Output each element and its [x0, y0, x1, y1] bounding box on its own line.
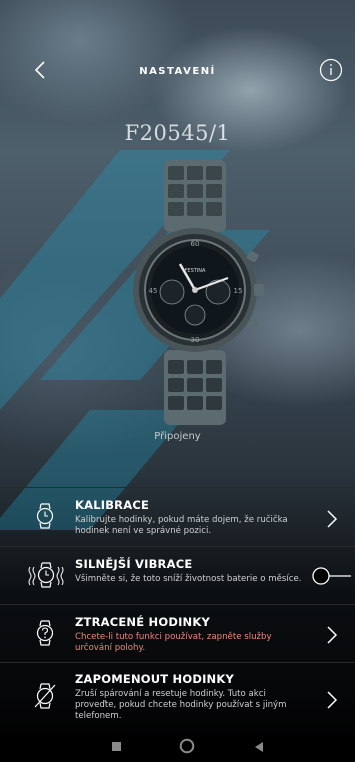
- chevron-right-icon[interactable]: [325, 508, 339, 530]
- watch-model: F20545/1: [124, 121, 231, 145]
- watch-vibrate-icon: [28, 562, 64, 588]
- menu-item-lost-watch[interactable]: ZTRACENÉ HODINKY Chcete-li tuto funkci p…: [0, 604, 355, 662]
- vibration-toggle[interactable]: [311, 565, 351, 587]
- svg-text:30: 30: [191, 336, 200, 344]
- svg-text:45: 45: [149, 287, 158, 295]
- chevron-right-icon[interactable]: [325, 689, 339, 711]
- menu-item-calibration[interactable]: KALIBRACE Kalibrujte hodinky, pokud máte…: [0, 487, 355, 546]
- watch-image: 60 30 45 15 FESTINA: [133, 160, 264, 425]
- svg-text:15: 15: [234, 287, 243, 295]
- watch-question-icon: [36, 620, 54, 646]
- menu-item-title: ZTRACENÉ HODINKY: [75, 615, 211, 629]
- settings-screen: NASTAVENÍ F20545/1 60 30 45 15 FESTINA P…: [0, 0, 355, 762]
- chevron-right-icon[interactable]: [325, 624, 339, 646]
- watch-crossed-icon: [34, 683, 56, 709]
- system-nav-bar: [0, 736, 355, 762]
- watch-icon: [36, 503, 54, 529]
- menu-item-description: Chcete-li tuto funkci používat, zapněte …: [75, 632, 272, 653]
- dial-brand: FESTINA: [185, 268, 206, 274]
- menu-item-description: Kalibrujte hodinky, pokud máte dojem, že…: [75, 515, 288, 536]
- menu-item-description: Zruší spárování a resetuje hodinky. Tuto…: [75, 689, 287, 721]
- menu-item-description: Všimněte si, že toto sníží životnost bat…: [75, 574, 302, 584]
- circle-icon[interactable]: [179, 738, 195, 754]
- svg-text:60: 60: [191, 240, 200, 248]
- menu-item-title: SILNĚJŠÍ VIBRACE: [75, 557, 193, 571]
- triangle-back-icon[interactable]: [253, 740, 265, 754]
- info-icon[interactable]: [319, 58, 343, 82]
- connection-status: Připojeny: [154, 431, 201, 442]
- settings-menu: KALIBRACE Kalibrujte hodinky, pokud máte…: [0, 487, 355, 748]
- page-title: NASTAVENÍ: [139, 66, 216, 77]
- menu-item-stronger-vibration[interactable]: SILNĚJŠÍ VIBRACE Všimněte si, že toto sn…: [0, 546, 355, 604]
- menu-item-title: ZAPOMENOUT HODINKY: [75, 672, 235, 686]
- top-bar: NASTAVENÍ: [0, 52, 355, 88]
- square-icon[interactable]: [111, 740, 123, 754]
- menu-item-title: KALIBRACE: [75, 498, 150, 512]
